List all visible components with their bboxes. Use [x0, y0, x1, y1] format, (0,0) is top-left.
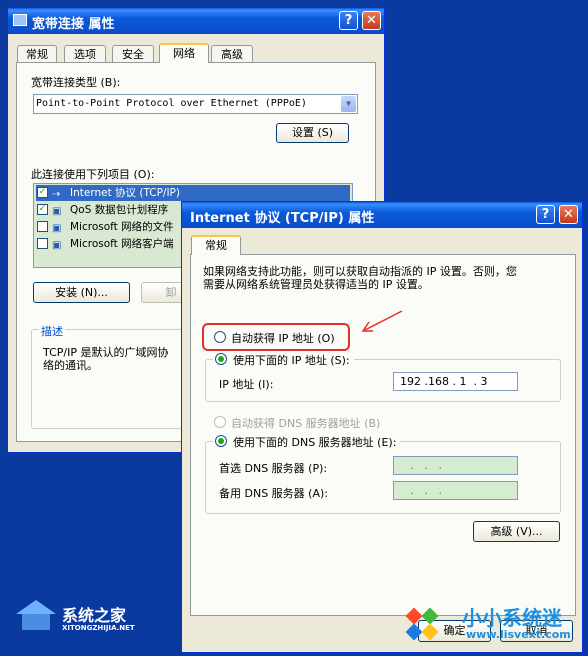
watermark-left: 系统之家 XITONGZHIJIA.NET	[14, 598, 164, 638]
watermark-left-url: XITONGZHIJIA.NET	[62, 624, 135, 632]
preferred-dns-field[interactable]: . . .	[393, 456, 518, 475]
back-close-button[interactable]: ✕	[362, 11, 381, 30]
watermark-right: 小小系统迷 www.lisvext.com	[396, 598, 586, 650]
manual-ip-radio[interactable]	[215, 353, 227, 365]
alternate-dns-field[interactable]: . . .	[393, 481, 518, 500]
house-logo-icon	[14, 600, 58, 632]
install-button[interactable]: 安装 (N)...	[33, 282, 130, 303]
tcpip-properties-window: Internet 协议 (TCP/IP) 属性 ? ✕ 常规 如果网络支持此功能…	[181, 201, 583, 653]
tab-options[interactable]: 选项	[64, 45, 106, 63]
list-item-label: Microsoft 网络客户端	[70, 238, 174, 250]
auto-dns-radio[interactable]	[214, 416, 226, 428]
settings-button[interactable]: 设置 (S)	[276, 123, 349, 143]
auto-dns-label[interactable]: 自动获得 DNS 服务器地址 (B)	[231, 415, 380, 431]
list-item[interactable]: ✓ ⇢ Internet 协议 (TCP/IP)	[36, 185, 350, 201]
tab-advanced[interactable]: 高级	[211, 45, 253, 63]
auto-ip-label[interactable]: 自动获得 IP 地址 (O)	[231, 330, 335, 346]
manual-ip-label[interactable]: 使用下面的 IP 地址 (S):	[233, 354, 368, 367]
list-item-label: Microsoft 网络的文件	[70, 221, 174, 233]
client-icon: ▣	[52, 240, 62, 251]
info-text: 如果网络支持此功能，则可以获取自动指派的 IP 设置。否则，您需要从网络系统管理…	[203, 265, 517, 291]
description-title: 描述	[39, 323, 65, 339]
connection-type-label: 宽带连接类型 (B):	[31, 76, 121, 89]
back-help-button[interactable]: ?	[339, 11, 358, 30]
checkbox[interactable]: ✓	[37, 187, 48, 198]
front-window-title: Internet 协议 (TCP/IP) 属性	[190, 211, 375, 226]
watermark-right-name: 小小系统迷	[462, 606, 562, 630]
file-sharing-icon: ▣	[52, 223, 62, 234]
front-close-button[interactable]: ✕	[559, 205, 578, 224]
connection-type-select[interactable]: Point-to-Point Protocol over Ethernet (P…	[33, 94, 358, 114]
description-text: TCP/IP 是默认的广域网协 络的通讯。	[43, 346, 169, 372]
ip-address-label: IP 地址 (I):	[219, 378, 274, 391]
watermark-right-url: www.lisvext.com	[466, 628, 571, 641]
checkbox[interactable]	[37, 238, 48, 249]
back-window-title: 宽带连接 属性	[32, 17, 115, 32]
chevron-down-icon[interactable]: ▼	[341, 96, 356, 112]
tab-general[interactable]: 常规	[17, 45, 57, 63]
front-general-panel: 如果网络支持此功能，则可以获取自动指派的 IP 设置。否则，您需要从网络系统管理…	[190, 254, 576, 616]
connection-type-value: Point-to-Point Protocol over Ethernet (P…	[36, 98, 307, 109]
network-connection-icon	[13, 14, 27, 26]
front-help-button[interactable]: ?	[536, 205, 555, 224]
auto-ip-radio[interactable]	[214, 331, 226, 343]
manual-dns-legend: 使用下面的 DNS 服务器地址 (E):	[213, 433, 401, 449]
watermark-left-name: 系统之家	[62, 606, 127, 625]
tab-general-front[interactable]: 常规	[191, 235, 241, 255]
checkbox[interactable]: ✓	[37, 204, 48, 215]
ip-address-field[interactable]: 192 .168 . 1 . 3	[393, 372, 518, 391]
advanced-button[interactable]: 高级 (V)...	[473, 521, 560, 542]
checkbox[interactable]	[37, 221, 48, 232]
tab-security[interactable]: 安全	[112, 45, 154, 63]
arrow-icon	[361, 310, 403, 332]
alternate-dns-label: 备用 DNS 服务器 (A):	[219, 487, 328, 500]
list-item-label: QoS 数据包计划程序	[70, 204, 169, 216]
windows-logo-icon	[402, 604, 442, 644]
tab-network[interactable]: 网络	[159, 43, 209, 63]
manual-dns-label[interactable]: 使用下面的 DNS 服务器地址 (E):	[233, 436, 414, 449]
manual-dns-group	[205, 441, 561, 514]
back-title-bar[interactable]: 宽带连接 属性 ? ✕	[8, 8, 384, 34]
qos-icon: ▣	[52, 206, 62, 217]
manual-ip-legend: 使用下面的 IP 地址 (S):	[213, 351, 354, 367]
list-item-label: Internet 协议 (TCP/IP)	[70, 187, 180, 199]
manual-dns-radio[interactable]	[215, 435, 227, 447]
protocol-icon: ⇢	[52, 189, 61, 200]
items-label: 此连接使用下列项目 (O):	[31, 168, 155, 181]
front-title-bar[interactable]: Internet 协议 (TCP/IP) 属性 ? ✕	[182, 202, 582, 228]
preferred-dns-label: 首选 DNS 服务器 (P):	[219, 462, 328, 475]
